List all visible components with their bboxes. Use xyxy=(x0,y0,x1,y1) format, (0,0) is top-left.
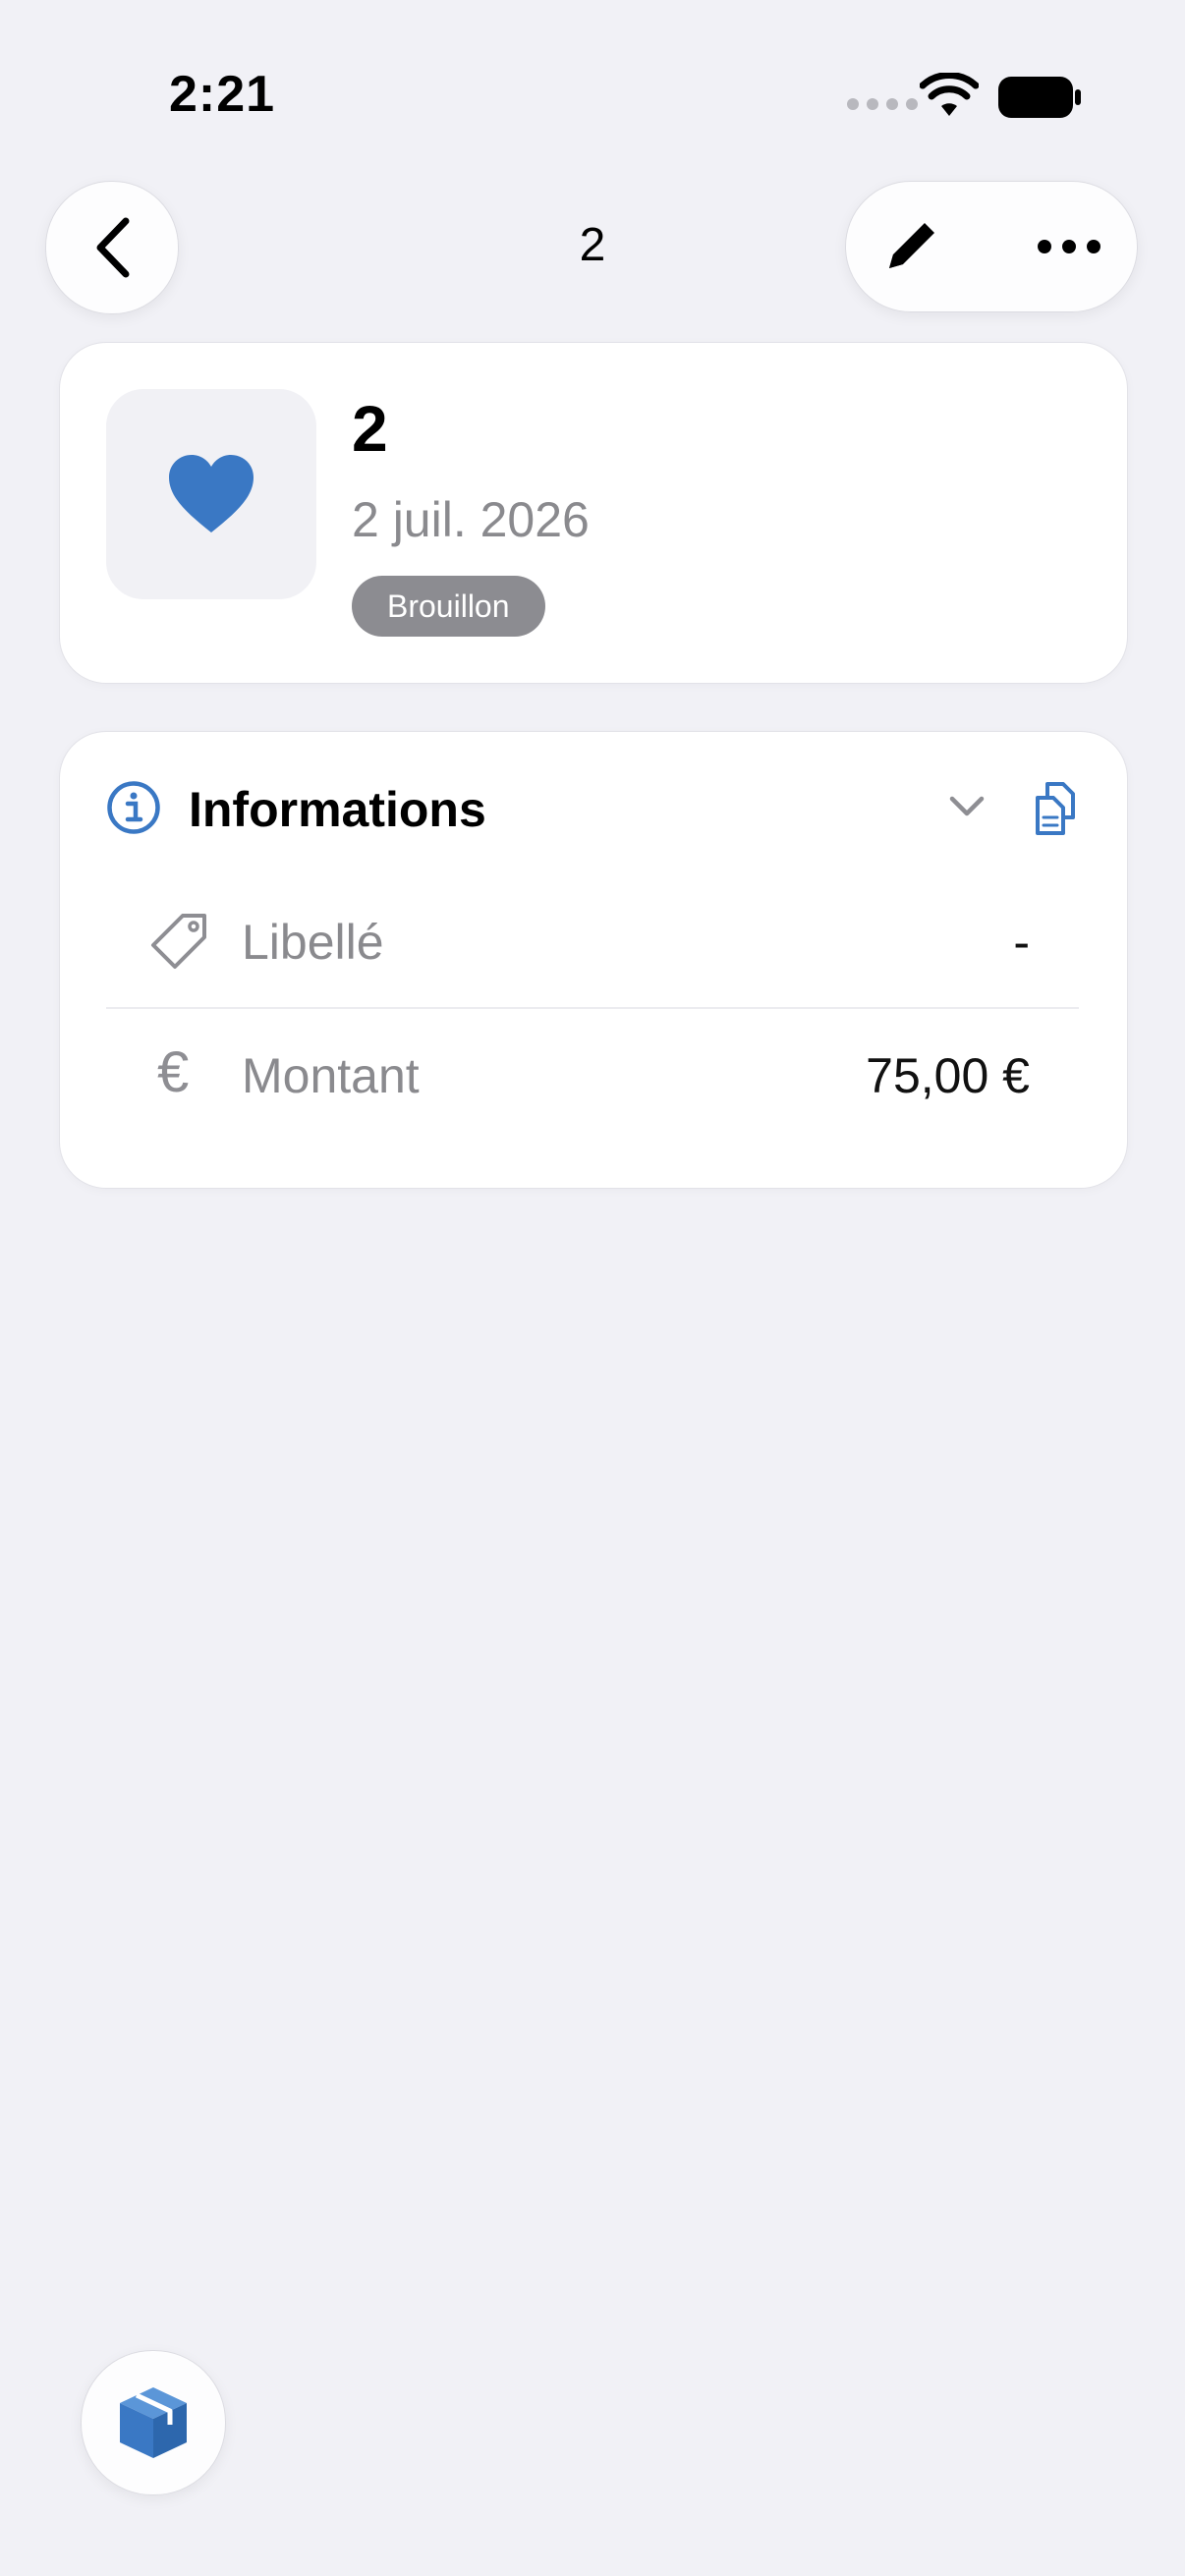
row-label-libelle: Libellé xyxy=(242,915,384,970)
info-circle-icon xyxy=(107,781,160,834)
back-button[interactable] xyxy=(45,181,179,314)
ellipsis-icon[interactable] xyxy=(1037,239,1101,254)
record-date: 2 juil. 2026 xyxy=(352,492,590,547)
chevron-down-icon[interactable] xyxy=(947,792,987,821)
chevron-left-icon xyxy=(96,217,130,278)
row-divider xyxy=(106,1007,1079,1009)
wifi-icon xyxy=(920,73,979,116)
record-title: 2 xyxy=(352,392,388,465)
tag-icon xyxy=(151,914,206,969)
status-badge: Brouillon xyxy=(352,576,545,637)
row-label-montant: Montant xyxy=(242,1048,420,1103)
section-title: Informations xyxy=(189,782,486,837)
copy-document-icon[interactable] xyxy=(1034,782,1079,835)
euro-icon: € xyxy=(157,1040,190,1104)
cube-button[interactable] xyxy=(81,2350,226,2495)
cellular-signal-icon xyxy=(847,98,918,110)
row-value-libelle: - xyxy=(1013,915,1030,970)
row-value-montant: 75,00 € xyxy=(866,1048,1030,1103)
nav-title: 2 xyxy=(579,219,606,271)
heart-icon xyxy=(169,455,254,532)
action-pill xyxy=(845,181,1138,312)
status-time: 2:21 xyxy=(169,66,276,123)
battery-icon xyxy=(998,77,1081,118)
pencil-icon[interactable] xyxy=(881,217,940,276)
cube-icon xyxy=(120,2387,187,2458)
record-thumbnail xyxy=(106,389,316,599)
